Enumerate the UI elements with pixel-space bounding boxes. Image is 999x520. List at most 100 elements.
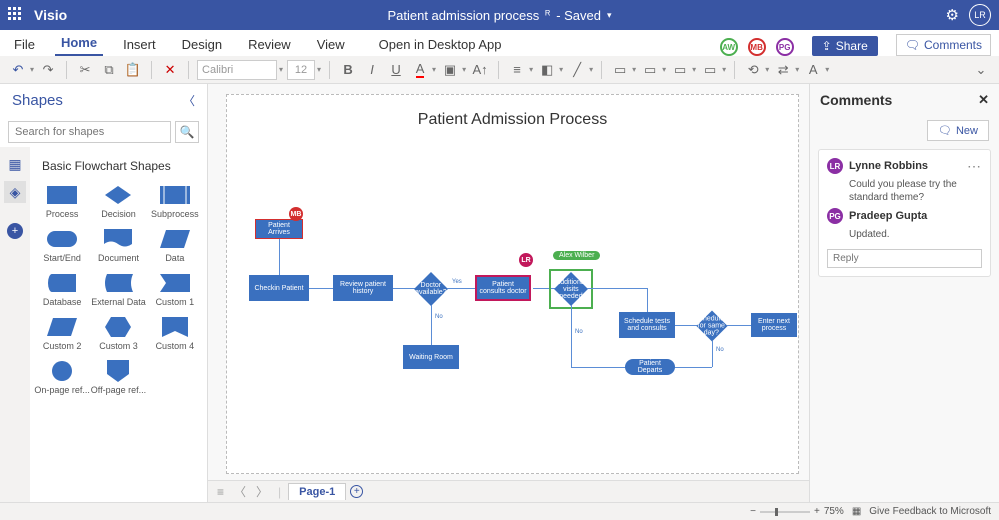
app-launcher-icon[interactable]	[8, 7, 24, 23]
italic-icon[interactable]: I	[362, 60, 382, 80]
node-same-day[interactable]: Scheduled for same day?	[696, 310, 727, 341]
zoom-out-icon[interactable]: −	[750, 506, 756, 517]
align-icon[interactable]: ≡	[507, 60, 527, 80]
shape-process[interactable]: Process	[34, 181, 90, 223]
shape-data[interactable]: Data	[147, 225, 203, 267]
shape-document[interactable]: Document	[90, 225, 146, 267]
tab-review[interactable]: Review	[242, 33, 297, 56]
user-avatar[interactable]: LR	[969, 4, 991, 26]
shape-subprocess[interactable]: Subprocess	[147, 181, 203, 223]
connector-icon[interactable]: ⇄	[773, 60, 793, 80]
node-next-process[interactable]: Enter next process	[751, 313, 797, 337]
connector	[712, 341, 713, 367]
share-button[interactable]: ⇪Share	[812, 36, 878, 56]
main-area: Shapes 〈 🔍 ▦ ◈ + Basic Flowchart Shapes …	[0, 84, 999, 502]
zoom-in-icon[interactable]: +	[814, 506, 820, 517]
presence-avatar[interactable]: PG	[776, 38, 794, 56]
zoom-slider[interactable]	[760, 511, 810, 513]
add-stencil-icon[interactable]: +	[7, 223, 23, 239]
group-icon[interactable]: ▭	[670, 60, 690, 80]
fill-icon[interactable]: ◧	[537, 60, 557, 80]
gear-icon[interactable]: ⚙	[946, 6, 959, 24]
add-page-icon[interactable]: +	[350, 485, 363, 498]
redo-icon[interactable]: ↷	[38, 60, 58, 80]
reply-input[interactable]	[827, 249, 982, 268]
open-desktop-link[interactable]: Open in Desktop App	[373, 33, 508, 56]
shape-offpageref[interactable]: Off-page ref...	[90, 357, 146, 399]
node-consult[interactable]: Patient consults doctor	[475, 275, 531, 301]
search-input[interactable]	[8, 121, 171, 143]
presence-avatar[interactable]: MB	[748, 38, 766, 56]
tab-design[interactable]: Design	[176, 33, 228, 56]
feedback-link[interactable]: Give Feedback to Microsoft	[869, 506, 991, 517]
underline-icon[interactable]: U	[386, 60, 406, 80]
shape-startend[interactable]: Start/End	[34, 225, 90, 267]
bold-icon[interactable]: B	[338, 60, 358, 80]
collapse-icon[interactable]: 〈	[183, 92, 195, 109]
shapes-panel: Shapes 〈 🔍 ▦ ◈ + Basic Flowchart Shapes …	[0, 84, 208, 502]
node-schedule[interactable]: Schedule tests and consults	[619, 312, 675, 338]
tab-insert[interactable]: Insert	[117, 33, 162, 56]
font-select[interactable]	[197, 60, 277, 80]
font-size[interactable]	[287, 60, 315, 80]
node-checkin[interactable]: Checkin Patient	[249, 275, 309, 301]
label-no: No	[575, 329, 583, 335]
line-icon[interactable]: ╱	[567, 60, 587, 80]
tabs-next-icon[interactable]: 〉	[253, 483, 271, 500]
stencil-icon[interactable]: ▦	[4, 153, 26, 175]
document-title[interactable]: Patient admission process ᴿ - Saved ▾	[387, 8, 611, 23]
tab-file[interactable]: File	[8, 33, 41, 56]
comment-thread[interactable]: ⋯ LR Lynne Robbins Could you please try …	[818, 149, 991, 277]
grow-font-icon[interactable]: A↑	[470, 60, 490, 80]
shape-externaldata[interactable]: External Data	[90, 269, 146, 311]
chevron-down-icon[interactable]: ⌄	[971, 60, 991, 80]
page-tab[interactable]: Page-1	[288, 483, 346, 500]
badge-aw[interactable]: Alex Wilber	[553, 251, 600, 260]
zoom-level[interactable]: 75%	[824, 506, 844, 517]
tab-home[interactable]: Home	[55, 31, 103, 56]
node-review[interactable]: Review patient history	[333, 275, 393, 301]
paste-icon[interactable]: 📋	[123, 60, 143, 80]
tab-view[interactable]: View	[311, 33, 351, 56]
position-icon[interactable]: ▭	[640, 60, 660, 80]
arrange-icon[interactable]: ▭	[610, 60, 630, 80]
delete-icon[interactable]: ✕	[160, 60, 180, 80]
tabs-prev-icon[interactable]: 〈	[231, 483, 249, 500]
node-patient-arrives[interactable]: Patient Arrives	[255, 219, 303, 239]
drawing-canvas[interactable]: Patient Admission Process Patient Arrive…	[226, 94, 799, 474]
node-doctor-available[interactable]: Doctor available?	[414, 272, 448, 306]
stencil-icon[interactable]: ◈	[4, 181, 26, 203]
shape-decision[interactable]: Decision	[90, 181, 146, 223]
node-departs[interactable]: Patient Departs	[625, 359, 675, 375]
font-color-icon[interactable]: A	[410, 60, 430, 80]
close-icon[interactable]: ✕	[978, 92, 989, 108]
shape-custom3[interactable]: Custom 3	[90, 313, 146, 355]
fit-page-icon[interactable]: ▦	[852, 506, 861, 517]
copy-icon[interactable]: ⧉	[99, 60, 119, 80]
new-comment-button[interactable]: 🗨New	[927, 120, 989, 141]
comments-button[interactable]: 🗨Comments	[896, 34, 991, 56]
text-icon[interactable]: A	[803, 60, 823, 80]
badge-mb[interactable]: MB	[289, 207, 303, 221]
search-button[interactable]: 🔍	[175, 121, 199, 143]
node-waiting[interactable]: Waiting Room	[403, 345, 459, 369]
canvas-area[interactable]: Patient Admission Process Patient Arrive…	[208, 84, 809, 502]
shape-custom4[interactable]: Custom 4	[147, 313, 203, 355]
shape-custom2[interactable]: Custom 2	[34, 313, 90, 355]
shape-database[interactable]: Database	[34, 269, 90, 311]
tabs-first-icon[interactable]: ≡	[214, 485, 227, 499]
shape-custom1[interactable]: Custom 1	[147, 269, 203, 311]
presence-avatar[interactable]: AW	[720, 38, 738, 56]
cut-icon[interactable]: ✂	[75, 60, 95, 80]
comment-icon: 🗨	[905, 38, 920, 52]
chevron-down-icon[interactable]: ▾	[607, 10, 612, 21]
rotate-icon[interactable]: ⟲	[743, 60, 763, 80]
shape-onpageref[interactable]: On-page ref...	[34, 357, 90, 399]
badge-lr[interactable]: LR	[519, 253, 533, 267]
label-no: No	[435, 314, 443, 320]
highlight-icon[interactable]: ▣	[440, 60, 460, 80]
more-icon[interactable]: ⋯	[967, 158, 982, 175]
shapes-grid: Process Decision Subprocess Start/End Do…	[34, 181, 203, 399]
bring-front-icon[interactable]: ▭	[700, 60, 720, 80]
undo-icon[interactable]: ↶	[8, 60, 28, 80]
